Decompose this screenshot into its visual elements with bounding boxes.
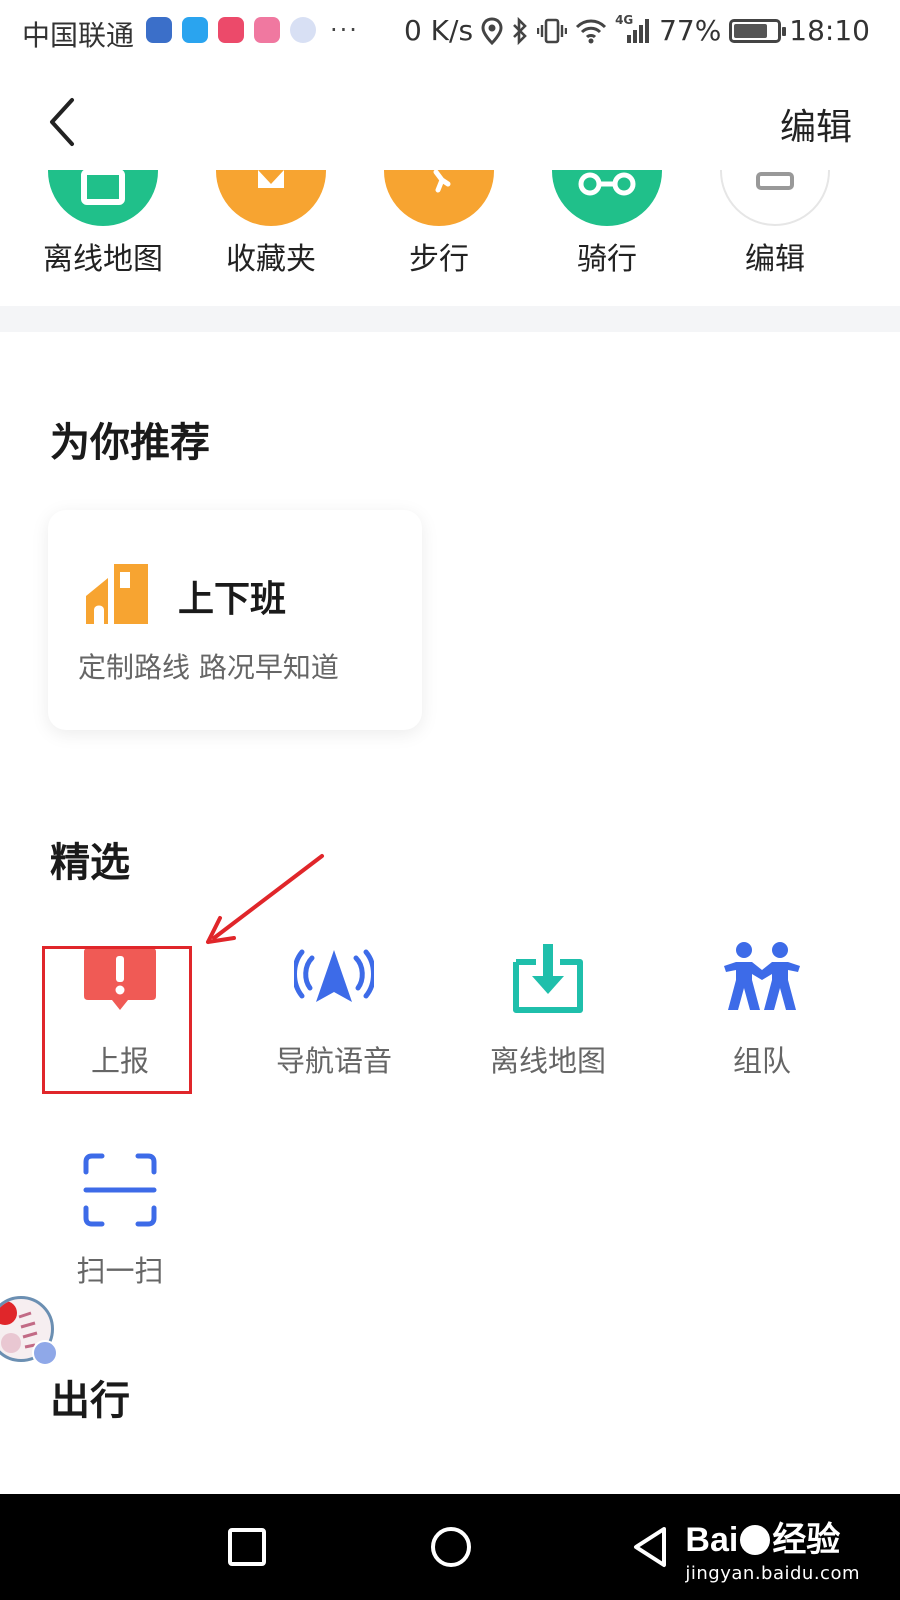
battery-icon xyxy=(729,18,787,43)
more-notifications-icon: ··· xyxy=(330,16,359,44)
bicycle-icon xyxy=(552,170,662,226)
navigation-bar: Bai 经验 jingyan.baidu.com xyxy=(0,1494,900,1600)
tool-cycling[interactable]: 骑行 xyxy=(532,170,682,278)
notification-icons: ··· xyxy=(146,16,359,44)
baidu-paw-icon xyxy=(290,17,316,43)
user-badge-icon xyxy=(32,1340,58,1366)
video-app-icon xyxy=(218,17,244,43)
recommend-title: 为你推荐 xyxy=(50,420,210,466)
offline-map-download-icon xyxy=(513,944,583,1013)
recents-square-icon[interactable] xyxy=(224,1524,270,1570)
navigation-voice-icon xyxy=(292,949,376,1002)
star-icon xyxy=(216,170,326,226)
baidu-jingyan-watermark: Bai 经验 jingyan.baidu.com xyxy=(685,1512,860,1584)
shield-app-icon xyxy=(182,17,208,43)
commute-card-title: 上下班 xyxy=(178,579,287,620)
commute-card[interactable]: 上下班 定制路线 路况早知道 xyxy=(48,510,422,730)
tool-label: 编辑 xyxy=(745,242,805,277)
feature-team[interactable]: 组队 xyxy=(662,940,862,1080)
feature-navigation-voice[interactable]: 导航语音 xyxy=(234,940,434,1080)
annotation-highlight-box xyxy=(42,946,192,1094)
bluetooth-icon xyxy=(513,16,527,45)
feature-label: 组队 xyxy=(732,1044,791,1078)
feature-offline-map[interactable]: 离线地图 xyxy=(448,940,648,1080)
vibrate-icon xyxy=(537,18,568,43)
tool-label: 离线地图 xyxy=(43,242,163,277)
cellular-signal-icon: 4G xyxy=(615,13,651,45)
tool-walk[interactable]: 步行 xyxy=(364,170,514,278)
watermark-brand: Bai xyxy=(685,1521,739,1559)
back-triangle-icon[interactable] xyxy=(628,1524,674,1570)
scan-icon xyxy=(83,1153,157,1227)
clock: 18:10 xyxy=(789,14,870,47)
tool-label: 收藏夹 xyxy=(226,242,316,277)
location-icon xyxy=(481,16,503,45)
wifi-icon xyxy=(576,19,607,43)
chat-app-icon xyxy=(146,17,172,43)
team-icon xyxy=(724,942,800,1010)
status-right: 0 K/s 4G 77% 18:10 xyxy=(403,13,870,48)
edit-grid-icon xyxy=(720,170,830,226)
watermark-url: jingyan.baidu.com xyxy=(685,1563,860,1584)
feature-label: 导航语音 xyxy=(275,1044,392,1078)
net-speed: 0 K/s xyxy=(403,14,474,47)
walking-icon xyxy=(384,170,494,226)
game-app-icon xyxy=(254,17,280,43)
feature-label: 扫一扫 xyxy=(76,1254,164,1288)
watermark-suffix: 经验 xyxy=(772,1521,841,1559)
section-divider xyxy=(0,306,900,332)
annotation-arrow-icon xyxy=(206,854,324,944)
tool-favorites[interactable]: 收藏夹 xyxy=(196,170,346,278)
tool-label: 步行 xyxy=(409,242,469,277)
tool-label: 骑行 xyxy=(577,242,637,277)
battery-level-fill xyxy=(734,23,767,38)
back-button[interactable] xyxy=(42,94,86,150)
battery-percent: 77% xyxy=(659,14,722,47)
travel-title: 出行 xyxy=(50,1378,130,1424)
tool-offline-map[interactable]: 离线地图 xyxy=(28,170,178,278)
carrier-name: 中国联通 xyxy=(22,19,135,52)
edit-button[interactable]: 编辑 xyxy=(780,98,852,150)
chevron-left-icon xyxy=(50,98,74,146)
status-bar: 中国联通 ··· 0 K/s 4G 77% 18:10 xyxy=(0,0,900,64)
offline-map-icon xyxy=(48,170,158,226)
featured-title: 精选 xyxy=(50,840,130,886)
tool-edit[interactable]: 编辑 xyxy=(700,170,850,278)
commute-card-subtitle: 定制路线 路况早知道 xyxy=(78,651,339,684)
floating-avatar[interactable] xyxy=(0,1296,58,1376)
home-circle-icon[interactable] xyxy=(428,1524,474,1570)
commute-building-icon xyxy=(86,564,148,624)
feature-scan[interactable]: 扫一扫 xyxy=(20,1150,220,1290)
paw-icon xyxy=(740,1525,771,1555)
feature-label: 离线地图 xyxy=(489,1044,606,1078)
